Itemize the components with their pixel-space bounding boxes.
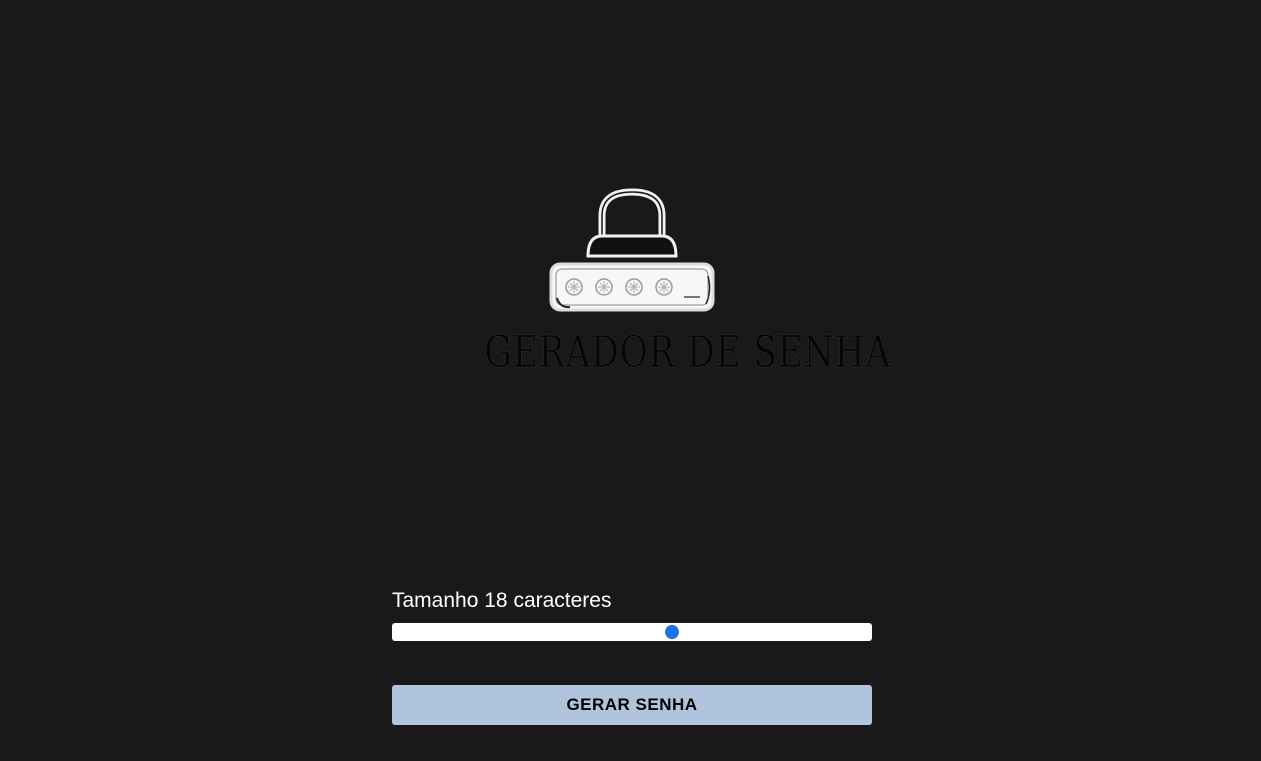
generate-password-button[interactable]: GERAR SENHA bbox=[392, 685, 872, 725]
length-value: 18 bbox=[484, 589, 508, 612]
length-label: Tamanho 18 caracteres bbox=[392, 586, 872, 616]
length-label-prefix: Tamanho bbox=[392, 589, 479, 612]
length-slider-thumb[interactable] bbox=[665, 625, 679, 639]
length-slider[interactable] bbox=[392, 623, 872, 641]
app-logo: GERADOR DE SENHA bbox=[452, 186, 892, 378]
password-form: Tamanho 18 caracteres bbox=[392, 586, 872, 641]
padlock-password-icon bbox=[549, 188, 715, 312]
logo-title: GERADOR DE SENHA bbox=[484, 326, 892, 378]
length-label-suffix: caracteres bbox=[513, 589, 612, 612]
page: GERADOR DE SENHA Tamanho 18 caracteres G… bbox=[0, 0, 1261, 761]
